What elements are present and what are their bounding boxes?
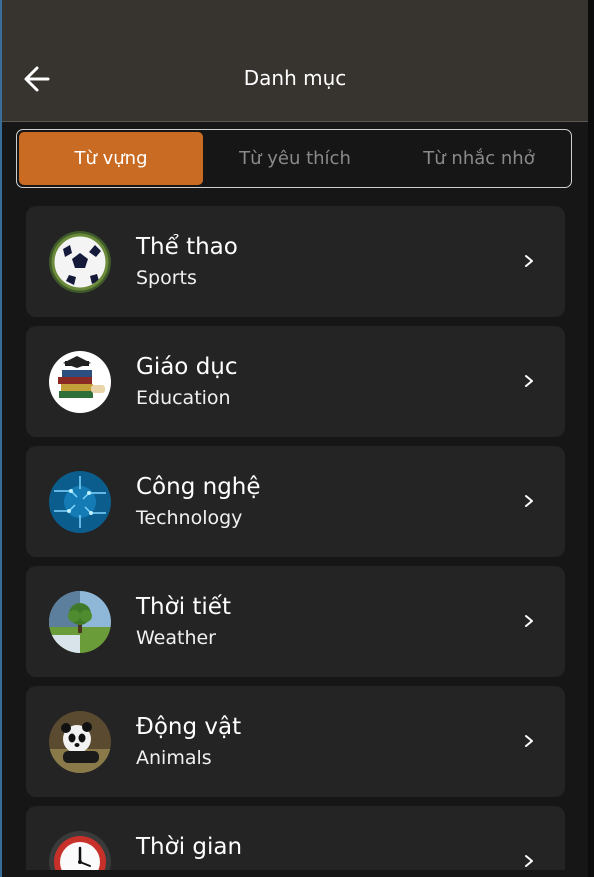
category-title: Thể thao: [136, 234, 238, 260]
page-title: Danh mục: [243, 66, 347, 90]
category-title: Động vật: [136, 714, 242, 740]
chevron-right-icon: [525, 255, 533, 267]
category-list: Thể thao Sports Giáo dục Education Công …: [26, 206, 565, 870]
app-bar: Danh mục: [2, 0, 588, 122]
category-item-technology[interactable]: Công nghệ Technology: [26, 446, 565, 557]
window-edge-left: [0, 0, 2, 877]
category-item-education[interactable]: Giáo dục Education: [26, 326, 565, 437]
soccer-ball-icon: [49, 231, 111, 293]
clock-icon: [49, 831, 111, 870]
category-title: Thời gian: [136, 834, 243, 860]
category-title: Công nghệ: [136, 474, 261, 500]
tab-reminders[interactable]: Từ nhắc nhở: [387, 130, 571, 187]
category-title: Thời tiết: [136, 594, 231, 620]
tab-bar: Từ vựng Từ yêu thích Từ nhắc nhở: [16, 129, 572, 188]
window-edge-right: [588, 0, 594, 877]
circuit-board-icon: [49, 471, 111, 533]
panda-icon: [49, 711, 111, 773]
category-item-animals[interactable]: Động vật Animals: [26, 686, 565, 797]
chevron-right-icon: [525, 855, 533, 867]
category-subtitle: Sports: [136, 267, 197, 289]
chevron-right-icon: [525, 375, 533, 387]
category-subtitle: Animals: [136, 747, 212, 769]
books-icon: [49, 351, 111, 413]
category-item-sports[interactable]: Thể thao Sports: [26, 206, 565, 317]
chevron-right-icon: [525, 495, 533, 507]
tree-landscape-icon: [49, 591, 111, 653]
category-item-time[interactable]: Thời gian: [26, 806, 565, 870]
chevron-right-icon: [525, 735, 533, 747]
category-item-weather[interactable]: Thời tiết Weather: [26, 566, 565, 677]
category-subtitle: Education: [136, 387, 231, 409]
chevron-right-icon: [525, 615, 533, 627]
tab-vocabulary[interactable]: Từ vựng: [19, 132, 203, 185]
category-title: Giáo dục: [136, 354, 238, 380]
tab-favorites[interactable]: Từ yêu thích: [203, 130, 387, 187]
category-subtitle: Weather: [136, 627, 216, 649]
category-subtitle: Technology: [136, 507, 243, 529]
